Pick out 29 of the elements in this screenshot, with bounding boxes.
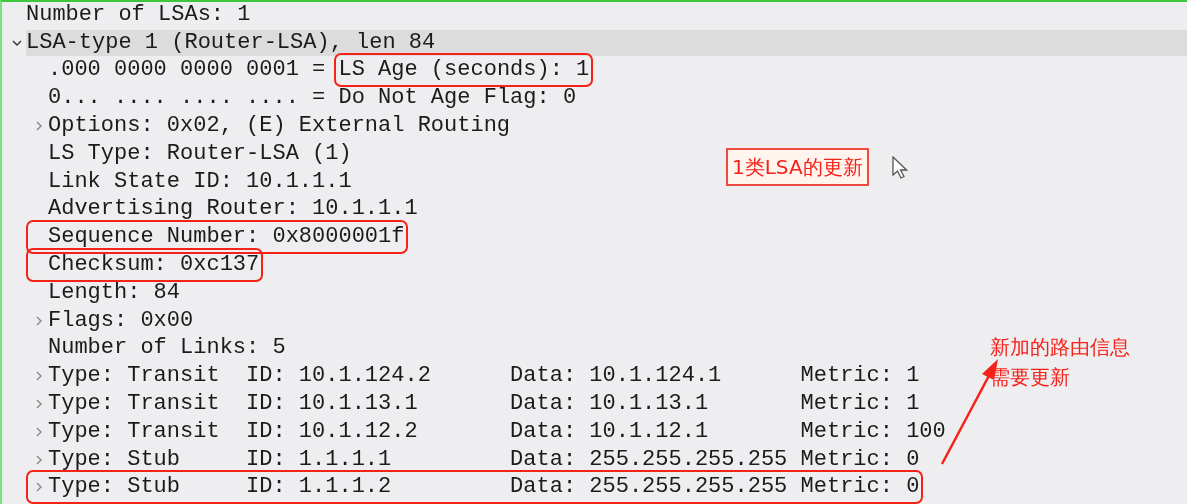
bit-mask-text: 0... .... .... .... = xyxy=(48,85,327,112)
expand-chevron-icon[interactable] xyxy=(34,399,44,410)
expand-chevron-icon[interactable] xyxy=(34,454,44,465)
tree-item[interactable]: Type: Transit ID: 10.1.124.2 Data: 10.1.124.1 Metric: 1 xyxy=(48,363,920,390)
tree-item[interactable]: Type: Stub ID: 1.1.1.2 Data: 255.255.255.255 Metric: 0 xyxy=(48,474,920,501)
expand-chevron-icon[interactable] xyxy=(34,121,44,132)
tree-item[interactable]: LS Type: Router-LSA (1) xyxy=(48,140,352,167)
tree-item[interactable]: Type: Transit ID: 10.1.13.1 Data: 10.1.13.1 Metric: 1 xyxy=(48,391,920,418)
mouse-pointer-icon xyxy=(892,156,908,180)
callout-note: 1类LSA的更新 xyxy=(726,148,869,186)
tree-item[interactable]: Length: 84 xyxy=(48,279,181,306)
expand-chevron-icon[interactable] xyxy=(34,315,44,326)
bit-mask-text: .000 0000 0000 0001 = xyxy=(48,57,327,84)
tree-item[interactable]: Type: Transit ID: 10.1.12.2 Data: 10.1.12.1 Metric: 100 xyxy=(48,418,946,445)
tree-item[interactable]: Link State ID: 10.1.1.1 xyxy=(48,168,352,195)
tree-item[interactable]: Do Not Age Flag: 0 xyxy=(338,85,577,112)
tree-item[interactable]: Checksum: 0xc137 xyxy=(48,252,260,279)
expand-chevron-icon[interactable] xyxy=(34,482,44,493)
tree-item[interactable]: Number of Links: 5 xyxy=(48,335,286,362)
tree-item[interactable]: Options: 0x02, (E) External Routing xyxy=(48,113,511,140)
expand-chevron-icon[interactable] xyxy=(34,426,44,437)
tree-item[interactable]: Flags: 0x00 xyxy=(48,307,194,334)
tree-item[interactable]: Sequence Number: 0x8000001f xyxy=(48,224,405,251)
tree-item[interactable]: Number of LSAs: 1 xyxy=(26,2,251,28)
tree-item[interactable]: LSA-type 1 (Router-LSA), len 84 xyxy=(26,29,1187,56)
tree-item[interactable]: Type: Stub ID: 1.1.1.1 Data: 255.255.255.255 Metric: 0 xyxy=(48,446,920,473)
annotation-text: 新加的路由信息 xyxy=(990,334,1130,361)
expand-chevron-icon[interactable] xyxy=(34,371,44,382)
tree-item[interactable]: Advertising Router: 10.1.1.1 xyxy=(48,196,418,223)
